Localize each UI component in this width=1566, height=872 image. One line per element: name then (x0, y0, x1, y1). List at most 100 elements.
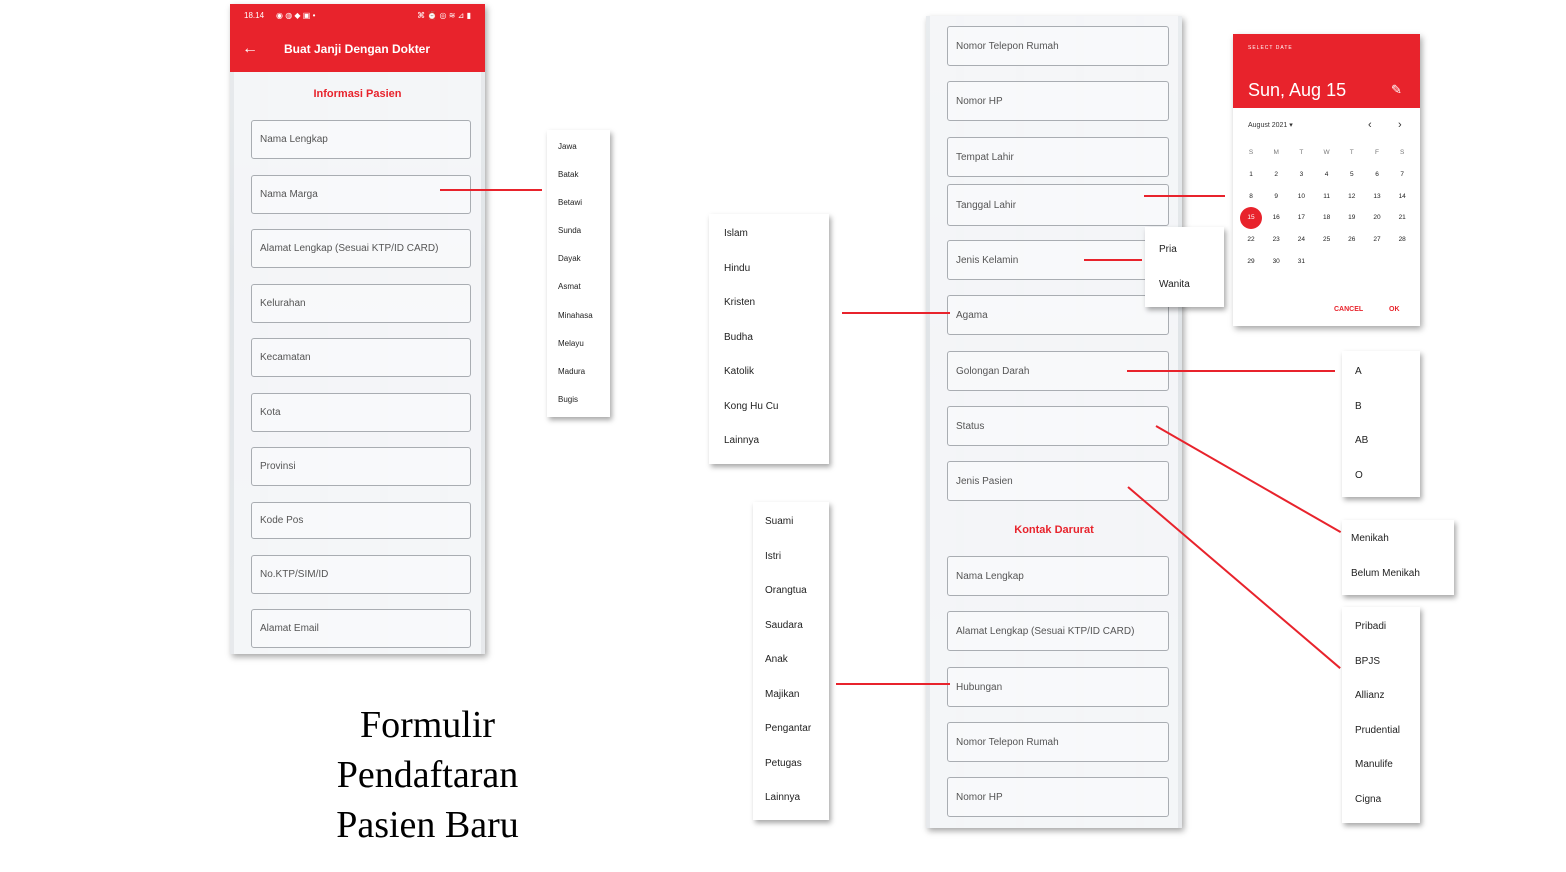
month-selector[interactable]: August 2021 ▾ (1248, 121, 1293, 129)
field-alamat-email[interactable]: Alamat Email (251, 609, 471, 648)
option-agama[interactable]: Hindu (724, 263, 750, 274)
option-jenis-pasien[interactable]: Cigna (1355, 794, 1381, 805)
back-arrow-icon[interactable]: ← (230, 40, 270, 58)
option-marga[interactable]: Jawa (558, 142, 577, 151)
calendar-day[interactable]: 18 (1317, 211, 1337, 225)
option-marga[interactable]: Asmat (558, 282, 581, 291)
calendar-day[interactable]: 2 (1266, 168, 1286, 182)
calendar-day[interactable]: 11 (1317, 190, 1337, 204)
calendar-day[interactable]: 9 (1266, 190, 1286, 204)
field-kontak-alamat-lengkap[interactable]: Alamat Lengkap (Sesuai KTP/ID CARD) (947, 611, 1169, 651)
field-status[interactable]: Status (947, 406, 1169, 446)
field-alamat-lengkap[interactable]: Alamat Lengkap (Sesuai KTP/ID CARD) (251, 229, 471, 268)
field-provinsi[interactable]: Provinsi (251, 447, 471, 486)
calendar-day[interactable]: 24 (1291, 233, 1311, 247)
calendar-day[interactable]: 25 (1317, 233, 1337, 247)
field-kelurahan[interactable]: Kelurahan (251, 284, 471, 323)
field-nama-marga[interactable]: Nama Marga (251, 175, 471, 214)
option-jenis-kelamin[interactable]: Pria (1159, 244, 1177, 255)
option-agama[interactable]: Kristen (724, 297, 755, 308)
calendar-day[interactable]: 7 (1392, 168, 1412, 182)
option-hubungan[interactable]: Pengantar (765, 723, 811, 734)
calendar-day[interactable]: 17 (1291, 211, 1311, 225)
calendar-day[interactable]: 31 (1291, 255, 1311, 269)
calendar-day[interactable]: 19 (1342, 211, 1362, 225)
field-kontak-nomor-telepon-rumah[interactable]: Nomor Telepon Rumah (947, 722, 1169, 762)
calendar-day[interactable]: 22 (1241, 233, 1261, 247)
option-marga[interactable]: Batak (558, 170, 578, 179)
cancel-button[interactable]: CANCEL (1334, 306, 1363, 313)
calendar-day[interactable]: 13 (1367, 190, 1387, 204)
field-kecamatan[interactable]: Kecamatan (251, 338, 471, 377)
field-kota[interactable]: Kota (251, 393, 471, 432)
option-marga[interactable]: Betawi (558, 198, 582, 207)
calendar-day[interactable]: 5 (1342, 168, 1362, 182)
option-jenis-pasien[interactable]: Prudential (1355, 725, 1400, 736)
calendar-day[interactable]: 8 (1241, 190, 1261, 204)
option-hubungan[interactable]: Suami (765, 516, 793, 527)
field-kontak-nama-lengkap[interactable]: Nama Lengkap (947, 556, 1169, 596)
chevron-left-icon[interactable]: ‹ (1368, 119, 1372, 131)
calendar-day[interactable]: 21 (1392, 211, 1412, 225)
field-kode-pos[interactable]: Kode Pos (251, 502, 471, 539)
calendar-day[interactable]: 27 (1367, 233, 1387, 247)
dropdown-jenis-kelamin: Pria Wanita (1145, 227, 1224, 307)
option-hubungan[interactable]: Orangtua (765, 585, 807, 596)
calendar-day[interactable]: 23 (1266, 233, 1286, 247)
pencil-icon[interactable]: ✎ (1391, 82, 1402, 98)
calendar-day[interactable]: 15 (1241, 211, 1261, 225)
option-golongan-darah[interactable]: O (1355, 470, 1363, 481)
option-hubungan[interactable]: Majikan (765, 689, 799, 700)
option-marga[interactable]: Minahasa (558, 311, 593, 320)
field-tempat-lahir[interactable]: Tempat Lahir (947, 137, 1169, 177)
field-kontak-nomor-hp[interactable]: Nomor HP (947, 777, 1169, 817)
option-golongan-darah[interactable]: B (1355, 401, 1362, 412)
field-nomor-hp[interactable]: Nomor HP (947, 81, 1169, 121)
option-jenis-kelamin[interactable]: Wanita (1159, 279, 1190, 290)
option-agama[interactable]: Lainnya (724, 435, 759, 446)
calendar-day[interactable]: 30 (1266, 255, 1286, 269)
calendar-day[interactable]: 16 (1266, 211, 1286, 225)
option-golongan-darah[interactable]: AB (1355, 435, 1368, 446)
calendar-day[interactable]: 3 (1291, 168, 1311, 182)
field-no-ktp[interactable]: No.KTP/SIM/ID (251, 555, 471, 594)
calendar-day[interactable]: 28 (1392, 233, 1412, 247)
option-jenis-pasien[interactable]: Allianz (1355, 690, 1384, 701)
calendar-day[interactable]: 20 (1367, 211, 1387, 225)
option-agama[interactable]: Budha (724, 332, 753, 343)
calendar-day[interactable]: 26 (1342, 233, 1362, 247)
option-agama[interactable]: Katolik (724, 366, 754, 377)
option-status[interactable]: Belum Menikah (1351, 568, 1420, 579)
ok-button[interactable]: OK (1389, 306, 1400, 313)
option-status[interactable]: Menikah (1351, 533, 1389, 544)
option-hubungan[interactable]: Saudara (765, 620, 803, 631)
option-hubungan[interactable]: Anak (765, 654, 788, 665)
calendar-day[interactable]: 12 (1342, 190, 1362, 204)
option-hubungan[interactable]: Istri (765, 551, 781, 562)
calendar-day[interactable]: 6 (1367, 168, 1387, 182)
option-hubungan[interactable]: Lainnya (765, 792, 800, 803)
field-nomor-telepon-rumah[interactable]: Nomor Telepon Rumah (947, 26, 1169, 66)
option-marga[interactable]: Madura (558, 367, 585, 376)
option-hubungan[interactable]: Petugas (765, 758, 802, 769)
option-marga[interactable]: Dayak (558, 254, 581, 263)
field-hubungan[interactable]: Hubungan (947, 667, 1169, 707)
chevron-right-icon[interactable]: › (1398, 119, 1402, 131)
calendar-day[interactable]: 1 (1241, 168, 1261, 182)
option-jenis-pasien[interactable]: Pribadi (1355, 621, 1386, 632)
field-tanggal-lahir[interactable]: Tanggal Lahir (947, 184, 1169, 226)
option-golongan-darah[interactable]: A (1355, 366, 1362, 377)
calendar-day[interactable]: 4 (1317, 168, 1337, 182)
option-agama[interactable]: Islam (724, 228, 748, 239)
field-nama-lengkap[interactable]: Nama Lengkap (251, 120, 471, 159)
option-jenis-pasien[interactable]: Manulife (1355, 759, 1393, 770)
option-marga[interactable]: Melayu (558, 339, 584, 348)
option-agama[interactable]: Kong Hu Cu (724, 401, 778, 412)
option-jenis-pasien[interactable]: BPJS (1355, 656, 1380, 667)
calendar-day[interactable]: 10 (1291, 190, 1311, 204)
calendar-day[interactable]: 14 (1392, 190, 1412, 204)
calendar-day[interactable]: 29 (1241, 255, 1261, 269)
option-marga[interactable]: Sunda (558, 226, 581, 235)
field-agama[interactable]: Agama (947, 295, 1169, 335)
option-marga[interactable]: Bugis (558, 395, 578, 404)
